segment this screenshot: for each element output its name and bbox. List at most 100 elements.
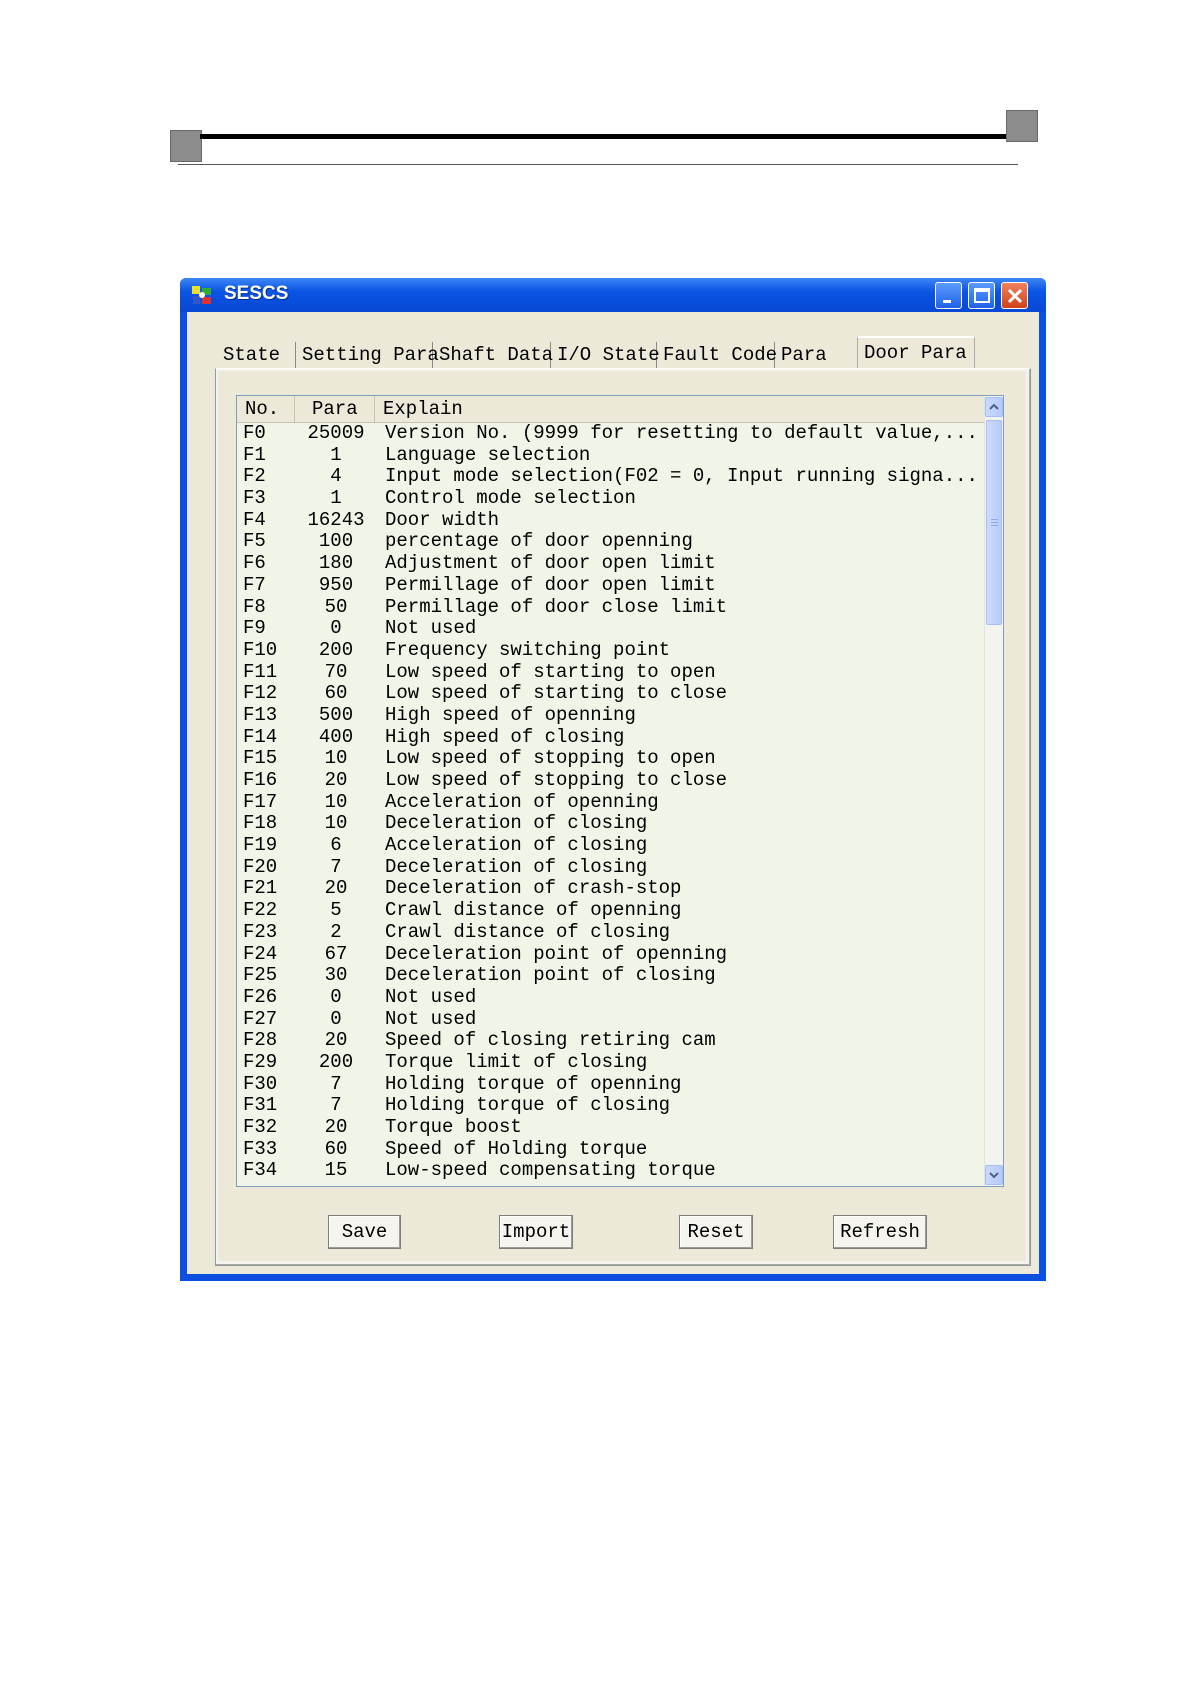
row-explain: Version No. (9999 for resetting to defau… bbox=[385, 422, 978, 444]
row-para: 200 bbox=[318, 1050, 354, 1073]
row-explain: Acceleration of openning bbox=[385, 790, 659, 813]
table-row[interactable]: F6 180 Adjustment of door open limit bbox=[237, 552, 985, 575]
row-para: 20 bbox=[324, 877, 348, 900]
row-no: F32 bbox=[243, 1116, 278, 1138]
table-row[interactable]: F26 0 Not used bbox=[237, 986, 985, 1009]
table-row[interactable]: F33 60 Speed of Holding torque bbox=[237, 1138, 985, 1161]
table-row[interactable]: F23 2 Crawl distance of closing bbox=[237, 921, 985, 944]
row-explain: Low speed of stopping to close bbox=[385, 769, 728, 791]
table-row[interactable]: F3 1 Control mode selection bbox=[237, 487, 985, 510]
maximize-button[interactable] bbox=[968, 282, 995, 309]
table-row[interactable]: F2 4 Input mode selection(F02 = 0, Input r… bbox=[237, 466, 985, 488]
table-row[interactable]: F21 20 Deceleration of crash-stop bbox=[237, 878, 985, 900]
row-explain: Not used bbox=[385, 617, 477, 640]
table-row[interactable]: F14 400 High speed of closing bbox=[237, 725, 985, 749]
row-para: 400 bbox=[318, 725, 354, 748]
row-para: 15 bbox=[324, 1159, 348, 1182]
row-no: F27 bbox=[243, 1007, 278, 1030]
table-row[interactable]: F11 70 Low speed of starting to open bbox=[237, 661, 985, 684]
table-row[interactable]: F31 7 Holding torque of closing bbox=[237, 1095, 985, 1117]
row-no: F17 bbox=[243, 790, 278, 813]
row-no: F14 bbox=[243, 725, 278, 748]
table-row[interactable]: F22 5 Crawl distance of openning bbox=[237, 899, 985, 922]
table-row[interactable]: F20 7 Deceleration of closing bbox=[237, 856, 985, 879]
table-row[interactable]: F18 10 Deceleration of closing bbox=[237, 813, 985, 835]
row-para: 1 bbox=[330, 487, 342, 510]
table-row[interactable]: F16 20 Low speed of stopping to close bbox=[237, 769, 985, 792]
row-explain: Holding torque of closing bbox=[385, 1094, 671, 1117]
table-row[interactable]: F25 30 Deceleration point of closing bbox=[237, 964, 985, 987]
row-para: 16243 bbox=[307, 508, 365, 531]
tab-door-para[interactable]: Door Para bbox=[857, 336, 975, 368]
table-row[interactable]: F10 200 Frequency switching point bbox=[237, 638, 985, 662]
tab-io-state[interactable]: I/O State bbox=[551, 342, 660, 368]
table-row[interactable]: F8 50 Permillage of door close limit bbox=[237, 596, 985, 619]
table-row[interactable]: F32 20 Torque boost bbox=[237, 1116, 985, 1139]
table-row[interactable]: F13 500 High speed of openning bbox=[237, 703, 985, 727]
scroll-up-button[interactable] bbox=[985, 397, 1003, 417]
vertical-scrollbar[interactable] bbox=[984, 396, 1003, 1186]
table-row[interactable]: F0 25009 Version No. (9999 for resetting t… bbox=[237, 422, 985, 445]
row-para: 60 bbox=[324, 682, 348, 705]
row-para: 20 bbox=[324, 1029, 348, 1052]
row-explain: Torque boost bbox=[385, 1116, 522, 1138]
row-explain: Frequency switching point bbox=[385, 638, 671, 661]
row-para: 5 bbox=[330, 899, 342, 922]
row-explain: Crawl distance of openning bbox=[385, 899, 682, 922]
save-button[interactable]: Save bbox=[328, 1215, 401, 1249]
row-para: 7 bbox=[330, 1094, 342, 1117]
row-explain: Permillage of door open limit bbox=[385, 573, 716, 596]
tab-fault-code[interactable]: Fault Code bbox=[657, 342, 777, 368]
table-row[interactable]: F7 950 Permillage of door open limit bbox=[237, 573, 985, 597]
row-para: 7 bbox=[330, 1072, 342, 1095]
column-header-no[interactable]: No. bbox=[237, 396, 295, 422]
table-row[interactable]: F17 10 Acceleration of openning bbox=[237, 790, 985, 814]
refresh-button[interactable]: Refresh bbox=[833, 1215, 927, 1249]
column-header-para[interactable]: Para bbox=[295, 396, 375, 422]
row-no: F25 bbox=[243, 964, 278, 987]
table-row[interactable]: F24 67 Deceleration point of openning bbox=[237, 942, 985, 966]
row-explain: Not used bbox=[385, 1007, 477, 1030]
table-row[interactable]: F15 10 Low speed of stopping to open bbox=[237, 748, 985, 770]
parameter-list[interactable]: No. Para Explain F0 25009 Version No. (999… bbox=[236, 395, 1004, 1187]
reset-button[interactable]: Reset bbox=[679, 1215, 753, 1249]
table-row[interactable]: F30 7 Holding torque of openning bbox=[237, 1072, 985, 1096]
close-button[interactable] bbox=[1001, 282, 1028, 309]
table-row[interactable]: F19 6 Acceleration of closing bbox=[237, 834, 985, 857]
tab-state[interactable]: State bbox=[217, 342, 296, 368]
row-no: F22 bbox=[243, 899, 278, 922]
row-explain: Deceleration of closing bbox=[385, 812, 648, 835]
scroll-down-button[interactable] bbox=[985, 1165, 1003, 1185]
table-row[interactable]: F29 200 Torque limit of closing bbox=[237, 1050, 985, 1074]
row-para: 10 bbox=[324, 812, 348, 835]
row-no: F24 bbox=[243, 942, 278, 965]
row-para: 1 bbox=[330, 443, 342, 466]
scroll-thumb[interactable] bbox=[986, 420, 1002, 625]
header-marker-left bbox=[170, 130, 202, 162]
table-row[interactable]: F34 15 Low-speed compensating torque bbox=[237, 1160, 985, 1182]
import-button[interactable]: Import bbox=[499, 1215, 573, 1249]
tab-setting-para[interactable]: Setting Para bbox=[296, 342, 439, 368]
table-row[interactable]: F12 60 Low speed of starting to close bbox=[237, 683, 985, 705]
table-row[interactable]: F28 20 Speed of closing retiring cam bbox=[237, 1030, 985, 1052]
row-para: 4 bbox=[330, 465, 342, 488]
title-bar[interactable]: SESCS bbox=[180, 278, 1046, 312]
table-row[interactable]: F5 100 percentage of door openning bbox=[237, 531, 985, 553]
row-para: 20 bbox=[324, 1116, 348, 1138]
row-explain: High speed of closing bbox=[385, 725, 625, 748]
column-header-explain[interactable]: Explain bbox=[375, 396, 985, 422]
table-row[interactable]: F4 16243 Door width bbox=[237, 508, 985, 532]
row-para: 500 bbox=[318, 703, 354, 726]
tab-para[interactable]: Para bbox=[775, 342, 850, 368]
tab-shaft-data[interactable]: Shaft Data bbox=[433, 342, 553, 368]
row-no: F4 bbox=[243, 508, 266, 531]
minimize-button[interactable] bbox=[935, 282, 962, 309]
row-explain: Torque limit of closing bbox=[385, 1050, 648, 1073]
row-explain: Deceleration point of closing bbox=[385, 964, 716, 987]
table-row[interactable]: F27 0 Not used bbox=[237, 1007, 985, 1031]
row-no: F30 bbox=[243, 1072, 278, 1095]
table-row[interactable]: F9 0 Not used bbox=[237, 617, 985, 640]
row-para: 0 bbox=[330, 617, 342, 640]
row-explain: Speed of closing retiring cam bbox=[385, 1029, 716, 1052]
table-row[interactable]: F1 1 Language selection bbox=[237, 443, 985, 467]
